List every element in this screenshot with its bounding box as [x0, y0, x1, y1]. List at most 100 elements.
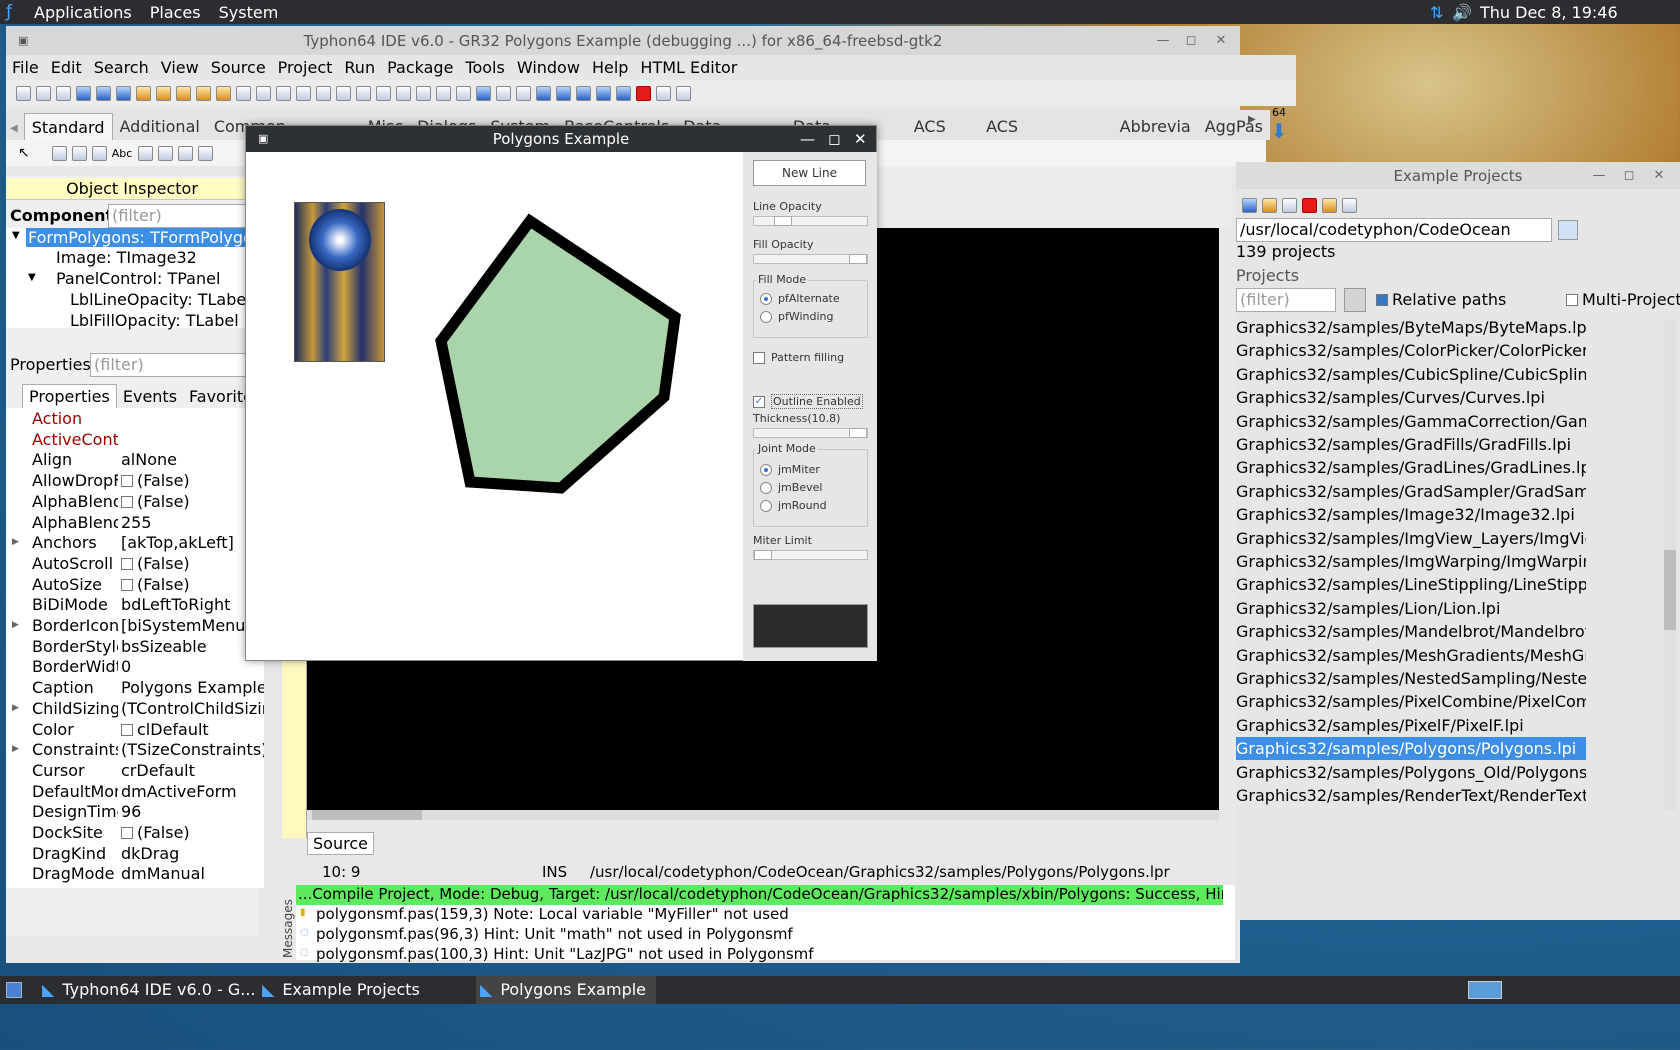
open-project-icon[interactable]: [1282, 197, 1297, 213]
save-all-icon[interactable]: [276, 85, 291, 101]
toggle-form-icon[interactable]: [236, 85, 251, 101]
fill-opacity-slider[interactable]: [753, 254, 868, 264]
find-icon[interactable]: [116, 85, 131, 101]
thickness-slider[interactable]: [753, 428, 868, 438]
close-icon[interactable]: ✕: [854, 126, 867, 152]
minimize-icon[interactable]: —: [800, 126, 815, 152]
message-note[interactable]: polygonsmf.pas(159,3) Note: Local variab…: [316, 905, 789, 923]
refresh-icon[interactable]: [1242, 197, 1257, 213]
project-list-item[interactable]: Graphics32/samples/GradFills/GradFills.l…: [1236, 433, 1586, 456]
root-path-input[interactable]: /usr/local/codetyphon/CodeOcean: [1236, 218, 1552, 242]
tools-icon[interactable]: [496, 85, 511, 101]
open-icon[interactable]: [76, 85, 91, 101]
tab-standard[interactable]: Standard: [23, 113, 113, 140]
folder-icon[interactable]: [1322, 197, 1337, 213]
project-list-item[interactable]: Graphics32/samples/Mandelbrot/Mandelbrot…: [1236, 620, 1586, 643]
tab-aggpas[interactable]: AggPas: [1198, 113, 1270, 140]
property-name[interactable]: DefaultMonitor: [32, 782, 118, 801]
projects-filter-input[interactable]: (filter): [1236, 288, 1336, 312]
maximize-icon[interactable]: ◻: [1618, 162, 1640, 189]
property-value[interactable]: bdLeftToRight: [121, 595, 264, 614]
project-list-item[interactable]: Graphics32/samples/LineStippling/LineSti…: [1236, 573, 1586, 596]
jmbevel-radio[interactable]: [760, 482, 772, 494]
tab-acs-processing[interactable]: ACS Processing: [979, 113, 1113, 159]
browse-folder-icon[interactable]: [1558, 220, 1578, 240]
gnome-foot-icon[interactable]: ƒ: [6, 2, 26, 22]
project-list-item[interactable]: Graphics32/samples/Curves/Curves.lpi: [1236, 386, 1586, 409]
workspace-switcher[interactable]: [1468, 981, 1502, 999]
property-name[interactable]: BorderStyle: [32, 637, 118, 656]
polygons-titlebar[interactable]: ▣ Polygons Example — ◻ ✕: [246, 126, 876, 152]
maximize-icon[interactable]: ◻: [828, 126, 840, 152]
packages-icon[interactable]: [416, 85, 431, 101]
property-value[interactable]: bsSizeable: [121, 637, 264, 656]
menu-project[interactable]: Project: [278, 58, 333, 77]
property-name[interactable]: DragMode: [32, 864, 118, 883]
menu-window[interactable]: Window: [517, 58, 580, 77]
message-hint-math[interactable]: polygonsmf.pas(96,3) Hint: Unit "math" n…: [316, 925, 793, 943]
property-value[interactable]: (False): [121, 823, 264, 842]
new-line-button[interactable]: New Line: [753, 160, 866, 186]
example-projects-titlebar[interactable]: Example Projects — ◻ ✕: [1236, 162, 1680, 189]
menu-view[interactable]: View: [161, 58, 199, 77]
tree-item-formpolygons[interactable]: FormPolygons: TFormPolygons: [26, 228, 274, 247]
components-icon[interactable]: [396, 85, 411, 101]
tcheckbox-icon[interactable]: [198, 145, 214, 161]
tab-additional[interactable]: Additional: [113, 113, 207, 140]
tab-acs-io[interactable]: ACS I/O: [907, 113, 979, 159]
tab-abbrevia[interactable]: Abbrevia: [1113, 113, 1198, 140]
project-save-icon[interactable]: [176, 85, 191, 101]
project-list-item[interactable]: Graphics32/samples/ByteMaps/ByteMaps.lpi: [1236, 316, 1586, 339]
property-value[interactable]: 96: [121, 802, 264, 821]
tab-properties[interactable]: Properties: [22, 384, 117, 408]
project-list-item[interactable]: Graphics32/samples/ImgView_Layers/ImgVie…: [1236, 527, 1586, 550]
inspector-icon[interactable]: [436, 85, 451, 101]
places-menu[interactable]: Places: [150, 3, 201, 22]
property-value[interactable]: dmManual: [121, 864, 264, 883]
project-list-item[interactable]: Graphics32/samples/Image32/Image32.lpi: [1236, 503, 1586, 526]
layout-icon[interactable]: [376, 85, 391, 101]
palette-left-arrow-icon[interactable]: ◀: [6, 123, 24, 140]
property-value[interactable]: [akTop,akLeft]: [121, 533, 264, 552]
network-icon[interactable]: ⇅: [1430, 3, 1443, 22]
property-value[interactable]: (False): [121, 492, 264, 511]
minimize-icon[interactable]: —: [1152, 26, 1174, 55]
property-value[interactable]: [biSystemMenu,biMinimize]: [121, 616, 264, 635]
property-name[interactable]: AllowDropFiles: [32, 471, 118, 490]
message-compile-success[interactable]: ...Compile Project, Mode: Debug, Target:…: [296, 885, 1223, 905]
compile-icon[interactable]: [216, 85, 231, 101]
pfalternate-radio[interactable]: [760, 293, 772, 305]
property-value[interactable]: crDefault: [121, 761, 264, 780]
open-recent-icon[interactable]: [96, 85, 111, 101]
project-list-item[interactable]: Graphics32/samples/ColorPicker/ColorPick…: [1236, 339, 1586, 362]
property-name[interactable]: Anchors: [32, 533, 118, 552]
tree-expand-icon[interactable]: ▼: [12, 230, 20, 241]
palette-right-arrow-icon[interactable]: ▶: [1248, 114, 1256, 125]
run-icon[interactable]: [576, 85, 591, 101]
stop-icon[interactable]: [636, 85, 651, 101]
property-value[interactable]: (False): [121, 471, 264, 490]
property-name[interactable]: Align: [32, 450, 118, 469]
jmmiter-radio[interactable]: [760, 464, 772, 476]
ttogglebox-icon[interactable]: [178, 145, 194, 161]
property-name[interactable]: ChildSizing: [32, 699, 118, 718]
property-name[interactable]: DockSite: [32, 823, 118, 842]
property-value[interactable]: 255: [121, 513, 264, 532]
project-list-item[interactable]: Graphics32/samples/Lion/Lion.lpi: [1236, 597, 1586, 620]
view-units-icon[interactable]: [316, 85, 331, 101]
view-forms-icon[interactable]: [336, 85, 351, 101]
property-name[interactable]: BiDiMode: [32, 595, 118, 614]
property-name[interactable]: Caption: [32, 678, 118, 697]
expand-arrow-icon[interactable]: ▶: [12, 537, 19, 547]
tpopupmenu-icon[interactable]: [71, 145, 87, 161]
volume-icon[interactable]: 🔊: [1452, 3, 1472, 22]
project-list-item[interactable]: Graphics32/samples/GradLines/GradLines.l…: [1236, 456, 1586, 479]
property-name[interactable]: DragKind: [32, 844, 118, 863]
property-value[interactable]: 0: [121, 657, 264, 676]
compile-project-icon[interactable]: [556, 85, 571, 101]
property-name[interactable]: AlphaBlendValue: [32, 513, 118, 532]
menu-search[interactable]: Search: [94, 58, 149, 77]
menu-tools[interactable]: Tools: [465, 58, 504, 77]
expand-arrow-icon[interactable]: ▶: [12, 744, 19, 754]
project-open-icon[interactable]: [156, 85, 171, 101]
